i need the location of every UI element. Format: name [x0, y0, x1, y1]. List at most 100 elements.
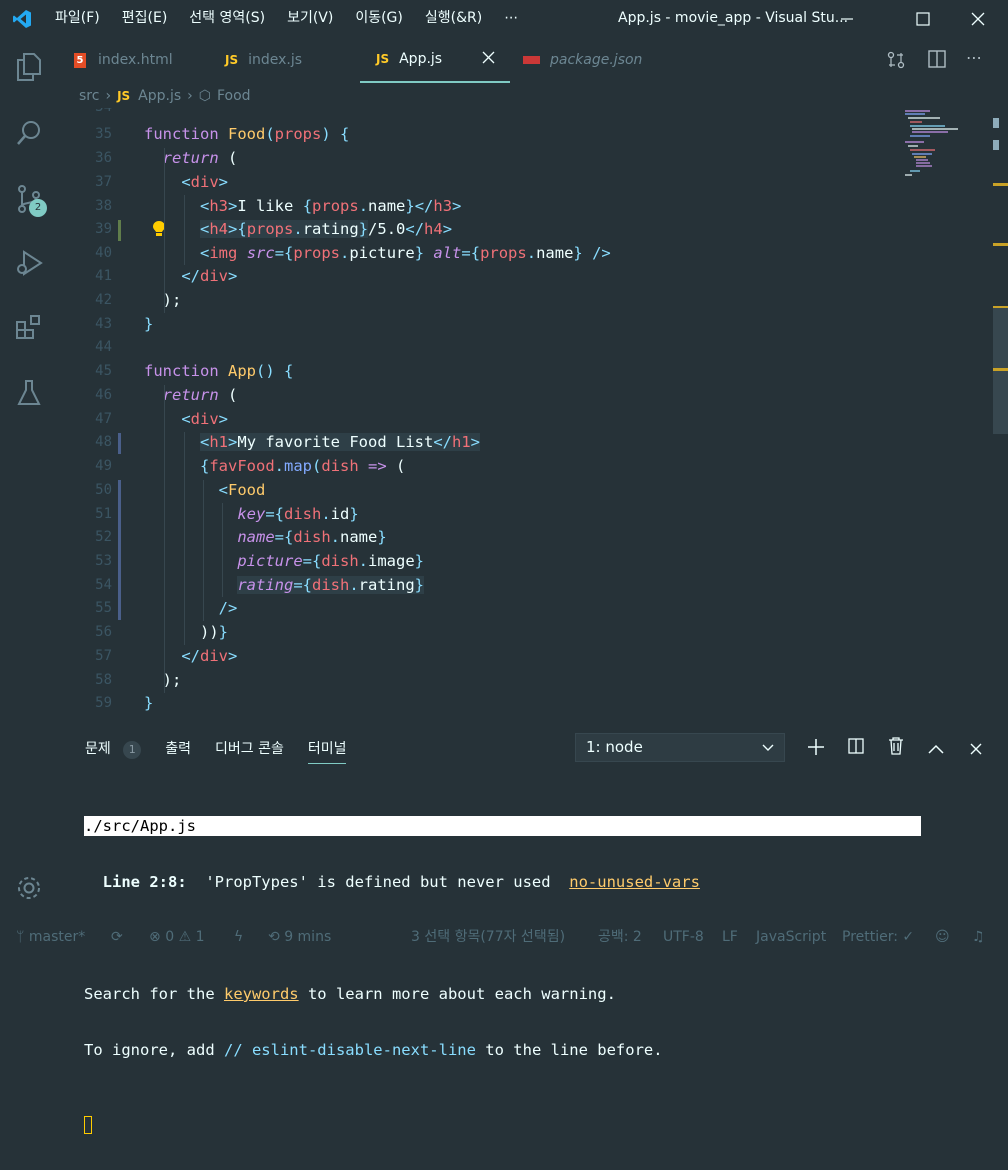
sync-icon[interactable]: ⟳	[111, 925, 123, 949]
notifications-bell-icon[interactable]: ♫	[972, 925, 985, 949]
extensions-icon[interactable]	[12, 311, 46, 345]
terminal-output[interactable]: ./src/App.js Line 2:8: 'PropTypes' is de…	[84, 780, 921, 1170]
new-terminal-icon[interactable]	[808, 739, 824, 759]
code-line: />	[218, 599, 238, 617]
check-icon: ✓	[902, 929, 915, 945]
close-panel-icon[interactable]	[970, 740, 982, 759]
settings-gear-icon[interactable]	[12, 871, 46, 905]
indent-guide	[184, 432, 185, 645]
menu-more[interactable]: ⋯	[493, 0, 529, 37]
tab-label: 문제	[85, 741, 111, 757]
line-number: 36	[95, 150, 112, 166]
gutter-modified-marker	[118, 480, 121, 620]
rule-name: no-unused-vars	[569, 873, 700, 891]
feedback-icon[interactable]: ☺	[935, 925, 950, 949]
tab-index-html[interactable]: 5 index.html	[74, 37, 209, 83]
eslint-comment: // eslint-disable-next-line	[223, 1041, 476, 1059]
menu-edit[interactable]: 편집(E)	[111, 0, 179, 37]
testing-flask-icon[interactable]	[12, 376, 46, 410]
js-icon: JS	[376, 52, 390, 66]
close-tab-icon[interactable]	[482, 51, 495, 68]
branch-label: master*	[28, 929, 86, 945]
open-changes-icon[interactable]	[887, 51, 905, 73]
explorer-icon[interactable]	[12, 50, 46, 84]
warning-location: Line 2:8:	[84, 873, 187, 891]
line-number: 37	[95, 174, 112, 190]
scrollbar-thumb[interactable]	[993, 308, 1008, 434]
search-icon[interactable]	[12, 116, 46, 150]
tab-app-js[interactable]: JS App.js	[360, 37, 510, 83]
split-editor-icon[interactable]	[928, 50, 946, 72]
terminal-select[interactable]: 1: node	[575, 733, 785, 762]
close-window-button[interactable]	[955, 0, 1001, 37]
editor-scrollbar[interactable]	[993, 108, 1008, 718]
chevron-right-icon: ›	[105, 88, 112, 104]
code-line: <img src={props.picture} alt={props.name…	[200, 244, 611, 262]
line-number: 50	[95, 482, 112, 498]
line-number: 52	[95, 529, 112, 545]
code-line: }	[144, 315, 154, 333]
menu-file[interactable]: 파일(F)	[44, 0, 111, 37]
keywords-link[interactable]: keywords	[224, 985, 299, 1003]
split-terminal-icon[interactable]	[848, 738, 864, 758]
maximize-button[interactable]	[900, 0, 946, 37]
window-title: App.js - movie_app - Visual Stu...	[618, 10, 849, 26]
scroll-mark	[993, 118, 999, 128]
problems-status[interactable]: ⊗ 0 ⚠ 1	[149, 925, 205, 949]
git-branch-icon: ᛘ	[16, 929, 25, 945]
activity-bar: 2	[0, 37, 58, 925]
tab-label: App.js	[399, 51, 443, 67]
history-icon: ⟲	[268, 929, 280, 945]
scroll-mark	[993, 183, 1008, 186]
line-number: 46	[95, 387, 112, 403]
menu-selection[interactable]: 선택 영역(S)	[178, 0, 276, 37]
vscode-logo-icon	[0, 0, 44, 37]
code-line: picture={dish.image}	[237, 552, 425, 570]
branch-status[interactable]: ᛘ master*	[16, 925, 85, 949]
minimap[interactable]	[900, 108, 990, 183]
tab-debug-console[interactable]: 디버그 콘솔	[215, 738, 284, 764]
run-debug-icon[interactable]	[12, 246, 46, 280]
line-number: 41	[95, 268, 112, 284]
language-status[interactable]: JavaScript	[756, 925, 826, 949]
breadcrumb-symbol[interactable]: Food	[217, 88, 251, 104]
prettier-status[interactable]: Prettier: ✓	[842, 925, 914, 949]
selection-status[interactable]: 3 선택 항목(77자 선택됨)	[411, 925, 565, 949]
menu-run[interactable]: 실행(&R)	[414, 0, 493, 37]
code-line: }	[144, 694, 154, 712]
line-number: 42	[95, 292, 112, 308]
line-number: 48	[95, 434, 112, 450]
breadcrumb-folder[interactable]: src	[79, 88, 99, 104]
line-number: 58	[95, 672, 112, 688]
maximize-panel-icon[interactable]	[928, 740, 944, 759]
js-icon: JS	[225, 53, 239, 67]
indentation-status[interactable]: 공백: 2	[598, 925, 642, 949]
tab-package-json[interactable]: package.json	[523, 37, 663, 83]
eol-status[interactable]: LF	[722, 925, 738, 949]
trash-icon[interactable]	[888, 737, 904, 759]
line-number: 35	[95, 126, 112, 142]
gutter-modified-marker	[118, 433, 121, 454]
tab-problems[interactable]: 문제 1	[85, 738, 142, 764]
prettier-label: Prettier:	[842, 929, 898, 945]
line-number: 49	[95, 458, 112, 474]
tab-index-js[interactable]: JS index.js	[225, 37, 360, 83]
terminal-line: ./src/App.js	[84, 816, 921, 836]
code-line: return (	[162, 149, 238, 167]
encoding-status[interactable]: UTF-8	[663, 925, 704, 949]
code-editor[interactable]: 34 35function Food(props) { 36 return ( …	[58, 108, 1008, 718]
more-actions-icon[interactable]: ⋯	[966, 48, 982, 67]
menu-view[interactable]: 보기(V)	[276, 0, 344, 37]
minimize-button[interactable]	[824, 0, 870, 37]
line-number: 38	[95, 198, 112, 214]
lightning-icon[interactable]: ϟ	[234, 925, 243, 949]
breadcrumb-file[interactable]: App.js	[138, 88, 181, 104]
code-line: return (	[162, 386, 238, 404]
title-bar: 파일(F) 편집(E) 선택 영역(S) 보기(V) 이동(G) 실행(&R) …	[0, 0, 1008, 37]
tab-output[interactable]: 출력	[165, 738, 191, 764]
warning-count: 1	[195, 929, 205, 945]
menu-go[interactable]: 이동(G)	[344, 0, 414, 37]
time-status[interactable]: ⟲ 9 mins	[268, 925, 331, 949]
line-number: 55	[95, 600, 112, 616]
tab-terminal[interactable]: 터미널	[307, 738, 347, 764]
